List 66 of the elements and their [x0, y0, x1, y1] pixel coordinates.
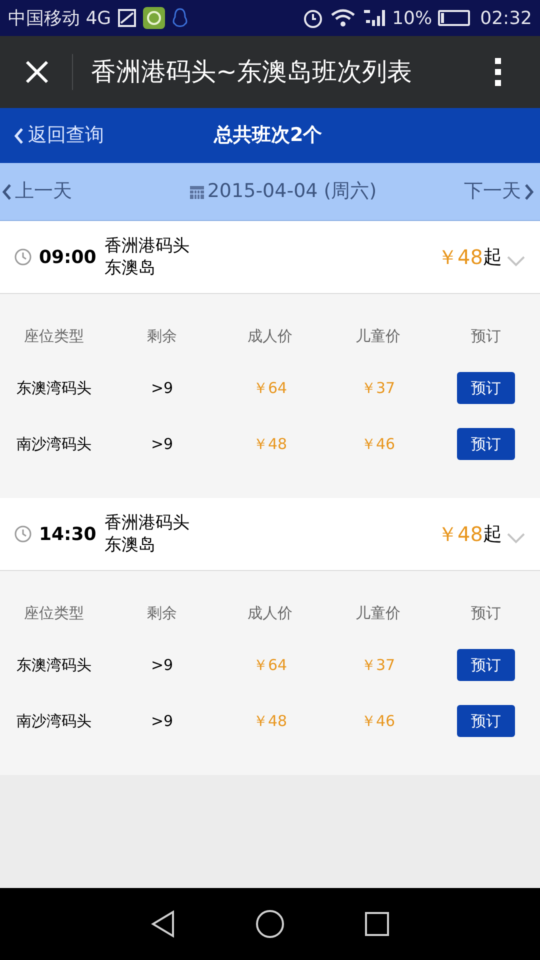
child-price-cell-text: ￥37 [360, 654, 396, 676]
window-title: 香洲港码头~东澳岛班次列表 [91, 56, 413, 88]
departure-time: 09:00 [39, 246, 96, 270]
seat-type-cell-text: 东澳湾码头 [16, 654, 92, 676]
destination-text: 东澳岛 [104, 257, 156, 279]
more-menu-icon[interactable] [494, 57, 502, 87]
book-button[interactable]: 预订 [457, 428, 515, 460]
remaining-cell-text: >9 [150, 710, 174, 732]
origin-text: 香洲港码头 [104, 235, 190, 257]
chevron-left-icon [14, 126, 24, 144]
column-header: 座位类型 [23, 602, 85, 624]
adult-price-cell-text: ￥64 [252, 378, 288, 399]
book-button[interactable]: 预订 [457, 705, 515, 737]
image-icon [117, 8, 138, 28]
carrier-text: 中国移动 4G [8, 6, 112, 30]
back-nav-icon[interactable] [150, 910, 176, 938]
adult-price-cell-text: ￥48 [252, 710, 288, 732]
from-label: 起 [483, 522, 502, 547]
price-text: ￥48 [438, 244, 483, 271]
seat-type-cell-text: 东澳湾码头 [16, 378, 92, 399]
chevron-right-icon [524, 182, 534, 200]
column-header: 成人价 [246, 602, 294, 624]
column-header: 成人价 [246, 326, 294, 347]
trip-count-title: 总共班次2个 [214, 123, 322, 148]
date-text[interactable]: 2015-04-04 (周六) [207, 177, 377, 206]
remaining-cell-text: >9 [150, 434, 174, 455]
penguin-icon [171, 7, 190, 29]
book-button[interactable]: 预订 [457, 649, 515, 681]
price-text: ￥48 [438, 521, 483, 548]
child-price-cell-text: ￥46 [360, 434, 396, 455]
back-link[interactable]: 返回查询 [14, 121, 104, 150]
column-header: 预订 [470, 602, 502, 624]
column-header: 儿童价 [354, 602, 402, 624]
close-icon[interactable] [24, 59, 50, 85]
clock-icon [14, 525, 32, 543]
battery-icon [438, 10, 470, 26]
phone-app-icon [143, 7, 166, 29]
column-header: 儿童价 [354, 326, 402, 347]
adult-price-cell-text: ￥64 [252, 654, 288, 676]
origin-text: 香洲港码头 [104, 512, 190, 534]
remaining-cell-text: >9 [150, 654, 174, 676]
column-header: 座位类型 [23, 326, 85, 347]
recents-nav-icon[interactable] [364, 911, 390, 937]
child-price-cell-text: ￥37 [360, 378, 396, 399]
seat-type-cell-text: 南沙湾码头 [16, 434, 92, 455]
column-header: 剩余 [146, 602, 178, 624]
home-nav-icon[interactable] [254, 909, 285, 939]
book-button[interactable]: 预订 [457, 372, 515, 404]
column-header: 预订 [470, 326, 502, 347]
next-day-link[interactable]: 下一天 [464, 177, 534, 206]
alarm-icon [302, 7, 324, 29]
battery-percent: 10% [392, 6, 432, 30]
destination-text: 东澳岛 [104, 534, 156, 556]
clock-icon [14, 248, 32, 266]
previous-day-link[interactable]: 上一天 [2, 177, 72, 206]
remaining-cell-text: >9 [150, 378, 174, 399]
seat-type-cell-text: 南沙湾码头 [16, 710, 92, 732]
adult-price-cell-text: ￥48 [252, 434, 288, 455]
chevron-left-icon [2, 182, 12, 200]
clock-text: 02:32 [480, 6, 532, 30]
departure-time: 14:30 [39, 522, 96, 546]
column-header: 剩余 [146, 326, 178, 347]
child-price-cell-text: ￥46 [360, 710, 396, 732]
wifi-icon [330, 8, 356, 28]
from-label: 起 [483, 244, 502, 270]
calendar-icon [189, 184, 206, 200]
